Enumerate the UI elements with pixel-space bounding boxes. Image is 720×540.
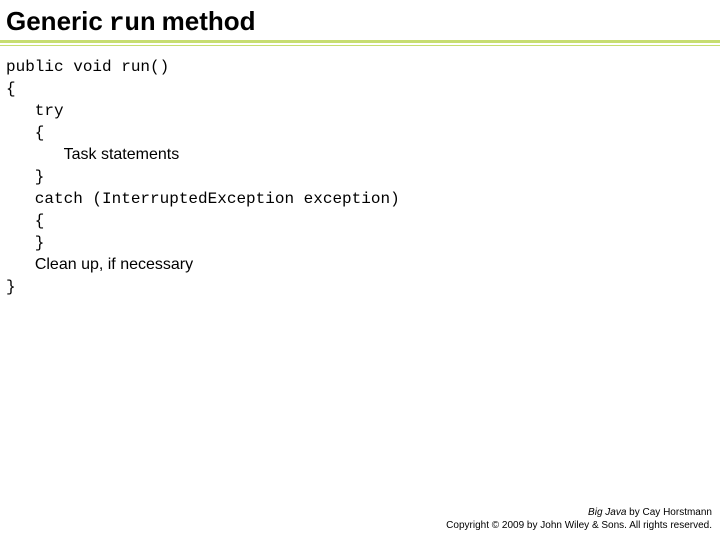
title-prefix: Generic (6, 6, 103, 37)
footer: Big Java by Cay Horstmann Copyright © 20… (446, 506, 712, 532)
code-line: { (6, 80, 16, 98)
copyright: Copyright © 2009 by John Wiley & Sons. A… (446, 519, 712, 532)
footer-line-1: Big Java by Cay Horstmann (446, 506, 712, 519)
title-suffix: method (162, 6, 256, 37)
byline: by Cay Horstmann (626, 507, 712, 518)
code-line: } (6, 168, 44, 186)
code-line: { (6, 124, 44, 142)
code-line: catch (InterruptedException exception) (6, 190, 400, 208)
code-indent (6, 146, 64, 164)
book-title: Big Java (588, 507, 626, 518)
code-line: { (6, 212, 44, 230)
cleanup-text: Clean up, if necessary (35, 256, 193, 273)
code-block: public void run() { try { Task statement… (0, 46, 720, 298)
title-mono: run (109, 8, 156, 38)
code-line: } (6, 278, 16, 296)
title-bar: Generic run method (0, 0, 720, 43)
code-line: public void run() (6, 58, 169, 76)
code-line: } (6, 234, 44, 252)
code-indent (6, 256, 35, 274)
task-statements: Task statements (64, 146, 180, 163)
code-line: try (6, 102, 64, 120)
slide: Generic run method public void run() { t… (0, 0, 720, 540)
